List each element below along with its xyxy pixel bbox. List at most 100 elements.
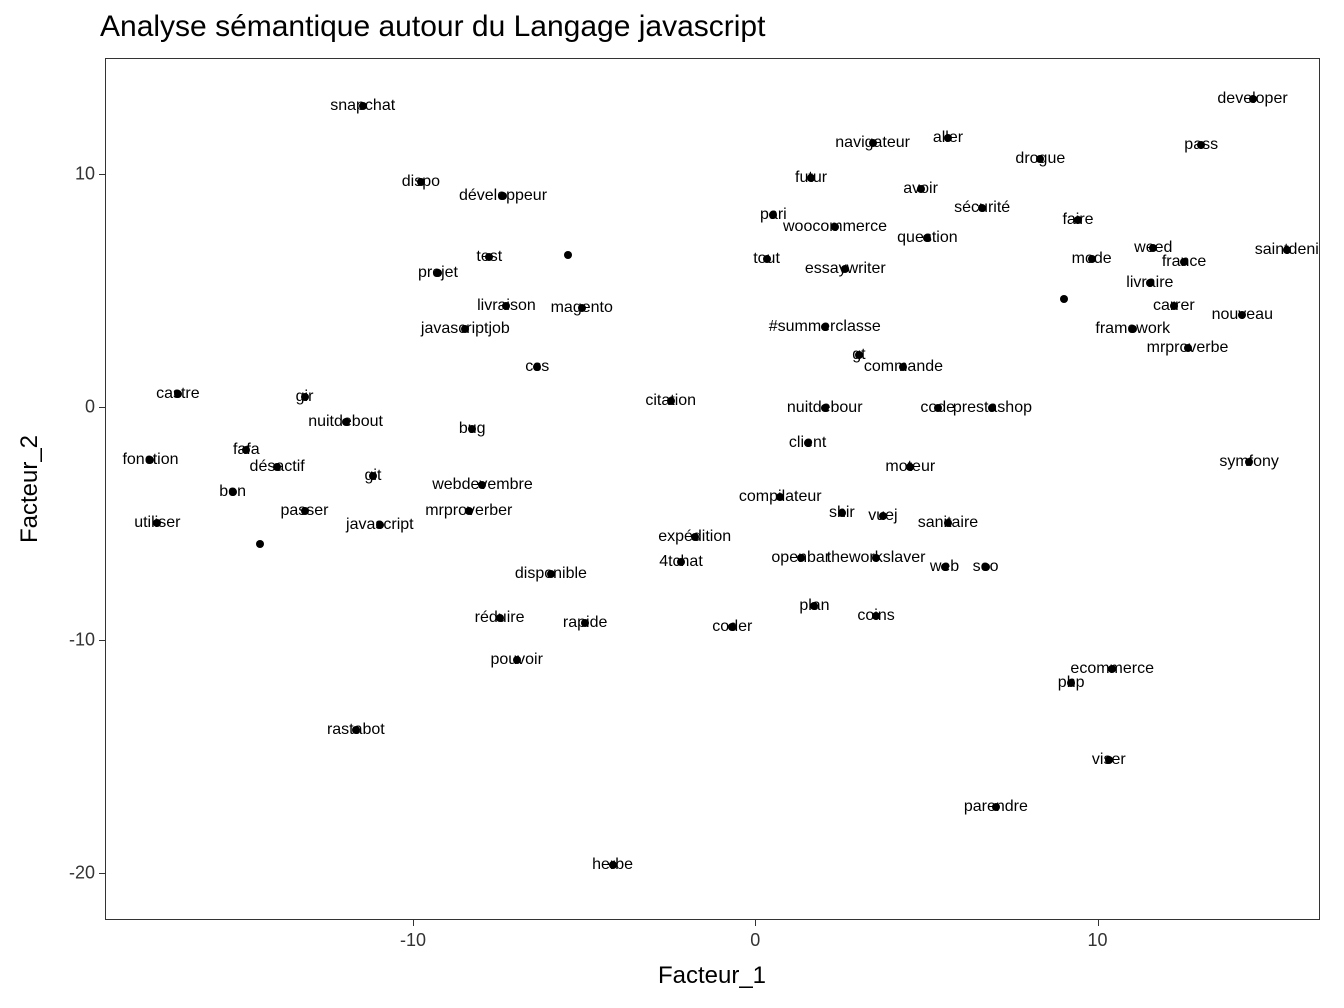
data-point: [855, 351, 863, 359]
y-tick-label: -20: [69, 863, 95, 884]
data-point: [1245, 458, 1253, 466]
data-point: [982, 563, 990, 571]
data-point: [1149, 244, 1157, 252]
data-point: [1105, 756, 1113, 764]
data-point: [872, 554, 880, 562]
data-point: [1108, 665, 1116, 673]
data-point: [256, 540, 264, 548]
chart-title: Analyse sémantique autour du Langage jav…: [100, 10, 765, 44]
data-point: [359, 102, 367, 110]
x-tick: [1098, 920, 1099, 926]
data-point: [941, 563, 949, 571]
data-point: [547, 570, 555, 578]
data-point: [533, 363, 541, 371]
data-point: [872, 612, 880, 620]
data-point: [352, 726, 360, 734]
y-tick: [99, 174, 105, 175]
data-point: [465, 507, 473, 515]
y-tick: [99, 407, 105, 408]
data-point: [869, 139, 877, 147]
data-point: [242, 446, 250, 454]
data-point: [838, 509, 846, 517]
data-point: [1249, 95, 1257, 103]
data-point: [485, 253, 493, 261]
data-point: [342, 418, 350, 426]
data-point: [468, 425, 476, 433]
y-tick: [99, 873, 105, 874]
data-point: [1088, 255, 1096, 263]
data-point: [988, 404, 996, 412]
data-point: [728, 623, 736, 631]
data-point: [1184, 344, 1192, 352]
data-point: [821, 404, 829, 412]
data-point: [273, 463, 281, 471]
data-point: [899, 363, 907, 371]
data-point: [879, 512, 887, 520]
data-point: [841, 265, 849, 273]
data-point: [229, 488, 237, 496]
x-tick-label: -10: [400, 930, 426, 951]
data-point: [1197, 141, 1205, 149]
data-point: [831, 223, 839, 231]
data-point: [807, 174, 815, 182]
data-point: [513, 656, 521, 664]
data-point: [502, 302, 510, 310]
y-tick-label: 10: [75, 164, 95, 185]
data-point: [581, 619, 589, 627]
data-point: [1238, 311, 1246, 319]
data-point: [917, 185, 925, 193]
data-point: [1129, 325, 1137, 333]
x-tick: [755, 920, 756, 926]
data-point: [923, 234, 931, 242]
data-point: [564, 251, 572, 259]
data-point: [301, 393, 309, 401]
data-point: [496, 614, 504, 622]
data-point: [499, 192, 507, 200]
data-point: [146, 456, 154, 464]
data-point: [478, 481, 486, 489]
data-point: [1170, 302, 1178, 310]
data-point: [944, 519, 952, 527]
data-point: [578, 304, 586, 312]
x-tick-label: 0: [750, 930, 760, 951]
data-point: [769, 211, 777, 219]
y-tick-label: -10: [69, 630, 95, 651]
data-point: [906, 463, 914, 471]
x-tick: [413, 920, 414, 926]
figure-root: Analyse sémantique autour du Langage jav…: [0, 0, 1344, 1008]
y-tick: [99, 640, 105, 641]
data-point: [1146, 279, 1154, 287]
data-point: [609, 861, 617, 869]
data-point: [1067, 679, 1075, 687]
x-axis-label: Facteur_1: [658, 962, 766, 990]
data-point: [677, 558, 685, 566]
y-tick-label: 0: [85, 397, 95, 418]
data-point: [691, 533, 699, 541]
data-point: [417, 178, 425, 186]
data-point: [821, 323, 829, 331]
plot-area: snapchatdevelopernavigateurallerpassdrog…: [106, 59, 1319, 919]
data-point: [776, 493, 784, 501]
data-point: [1180, 258, 1188, 266]
plot-panel: snapchatdevelopernavigateurallerpassdrog…: [105, 58, 1320, 920]
data-point: [763, 255, 771, 263]
data-point: [804, 439, 812, 447]
data-point: [153, 519, 161, 527]
data-point: [301, 507, 309, 515]
data-point: [369, 472, 377, 480]
data-point: [797, 554, 805, 562]
data-point: [934, 404, 942, 412]
data-point: [434, 269, 442, 277]
data-point: [1060, 295, 1068, 303]
data-point: [1283, 246, 1291, 254]
data-point: [376, 521, 384, 529]
data-point: [667, 397, 675, 405]
data-point: [978, 204, 986, 212]
data-point: [810, 602, 818, 610]
x-tick-label: 10: [1088, 930, 1108, 951]
data-point: [944, 134, 952, 142]
data-point: [174, 390, 182, 398]
data-point: [1074, 216, 1082, 224]
data-point: [1036, 155, 1044, 163]
data-point: [992, 803, 1000, 811]
